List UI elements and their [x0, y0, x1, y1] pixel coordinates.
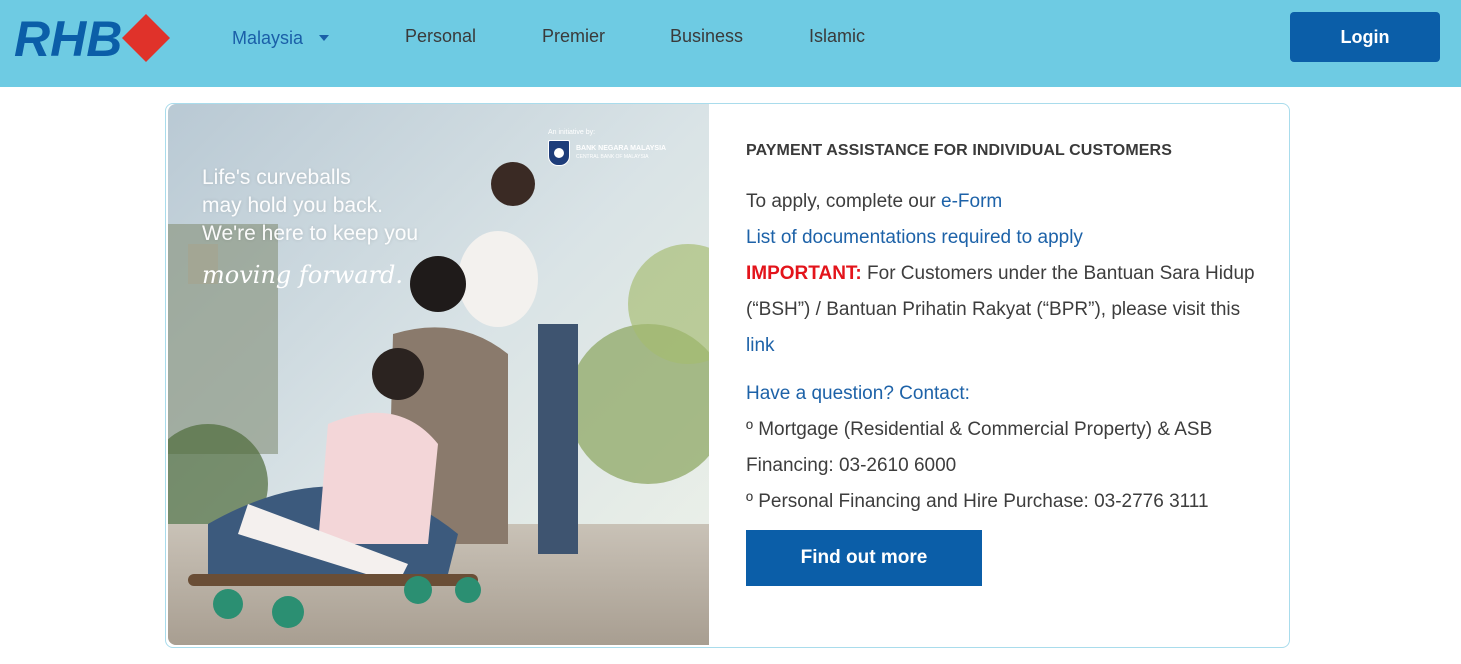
svg-text:RHB: RHB	[14, 12, 122, 64]
nav-premier[interactable]: Premier	[542, 26, 605, 47]
promo-script: moving forward.	[202, 261, 404, 289]
nav-personal[interactable]: Personal	[405, 26, 476, 47]
card-heading: PAYMENT ASSISTANCE FOR INDIVIDUAL CUSTOM…	[746, 142, 1172, 159]
important-note: IMPORTANT: For Customers under the Bantu…	[746, 256, 1266, 364]
find-out-more-button[interactable]: Find out more	[746, 530, 982, 586]
promo-line-1: Life's curveballs	[202, 166, 351, 189]
region-selector[interactable]: Malaysia	[232, 27, 330, 49]
documentations-link[interactable]: List of documentations required to apply	[746, 227, 1083, 248]
rhb-logo[interactable]: RHB	[14, 12, 172, 64]
bnm-emblem-icon	[548, 140, 570, 166]
region-label: Malaysia	[232, 27, 304, 48]
promo-image: An initiative by: BANK NEGARA MALAYSIA C…	[168, 104, 709, 645]
nav-business[interactable]: Business	[670, 26, 743, 47]
contact-info: Have a question? Contact: º Mortgage (Re…	[746, 376, 1266, 520]
top-header: RHB Malaysia Personal Premier Business I…	[0, 0, 1461, 87]
bnm-badge: BANK NEGARA MALAYSIA CENTRAL BANK OF MAL…	[548, 140, 666, 166]
bnm-subtitle: CENTRAL BANK OF MALAYSIA	[576, 154, 649, 160]
promo-line-3: We're here to keep you	[202, 222, 419, 245]
apply-line: To apply, complete our e-Form	[746, 184, 1266, 220]
nav-islamic[interactable]: Islamic	[809, 26, 865, 47]
login-button[interactable]: Login	[1290, 12, 1440, 62]
initiative-label: An initiative by:	[548, 129, 596, 136]
promo-tagline: Life's curveballs may hold you back. We'…	[202, 164, 418, 248]
promo-line-2: may hold you back.	[202, 194, 383, 217]
bnm-name: BANK NEGARA MALAYSIA	[576, 145, 667, 152]
contact-mortgage: º Mortgage (Residential & Commercial Pro…	[746, 419, 1213, 476]
card-content: PAYMENT ASSISTANCE FOR INDIVIDUAL CUSTOM…	[746, 142, 1266, 520]
bsh-bpr-link[interactable]: link	[746, 335, 775, 356]
eform-link[interactable]: e-Form	[941, 191, 1002, 212]
chevron-down-icon	[319, 35, 330, 41]
contact-personal: º Personal Financing and Hire Purchase: …	[746, 491, 1209, 512]
apply-info: To apply, complete our e-Form List of do…	[746, 184, 1266, 364]
contact-heading: Have a question? Contact:	[746, 383, 970, 404]
apply-prefix: To apply, complete our	[746, 191, 942, 212]
payment-assistance-card: An initiative by: BANK NEGARA MALAYSIA C…	[165, 103, 1290, 648]
important-label: IMPORTANT:	[746, 263, 862, 284]
